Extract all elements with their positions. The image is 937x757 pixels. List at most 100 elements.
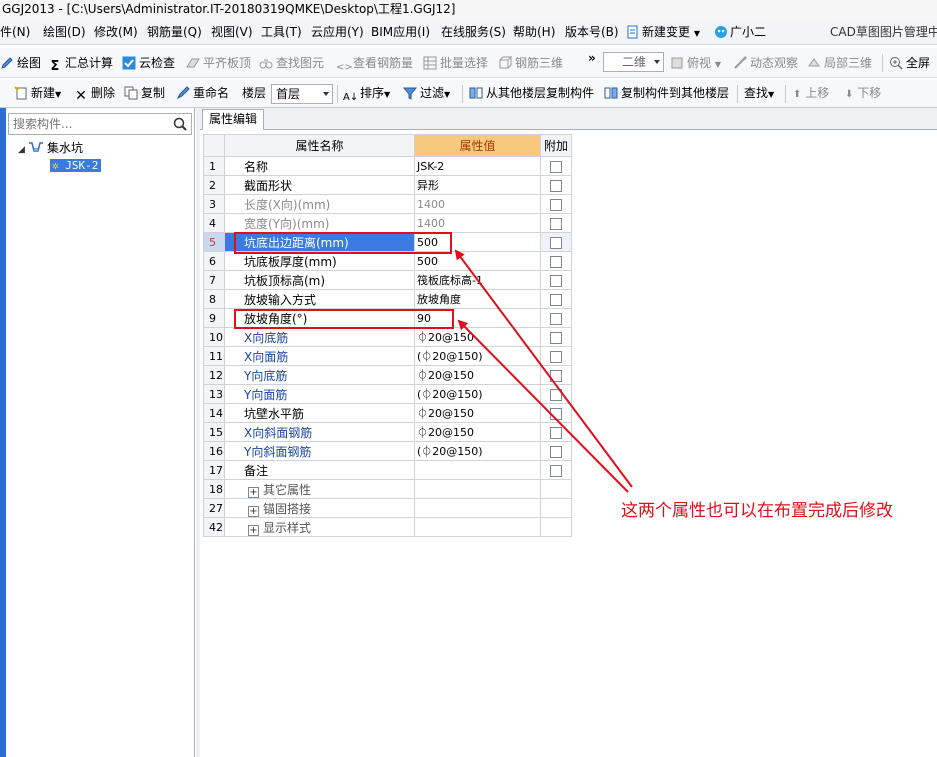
tab-property-edit[interactable]: 属性编辑 xyxy=(202,109,265,130)
property-name-cell[interactable]: + 其它属性 xyxy=(224,479,415,499)
property-row[interactable]: 15 X向斜面钢筋 ⏀20@150 xyxy=(203,422,572,442)
copy-from-other-floor-button[interactable]: 从其他楼层复制构件 xyxy=(469,85,594,101)
property-value-cell[interactable]: 1400 xyxy=(414,213,541,233)
floor-select[interactable]: 首层 xyxy=(271,84,333,104)
extra-checkbox[interactable] xyxy=(550,293,562,306)
property-name-cell[interactable]: 长度(X向)(mm) xyxy=(224,194,415,214)
expand-plus-icon[interactable]: + xyxy=(248,486,259,498)
property-row[interactable]: 7 坑板顶标高(m) 筏板底标高-1 xyxy=(203,270,572,290)
property-row[interactable]: 27 + 锚固搭接 xyxy=(203,498,572,518)
property-row[interactable]: 6 坑底板厚度(mm) 500 xyxy=(203,251,572,271)
extra-checkbox[interactable] xyxy=(550,255,562,268)
copy-button[interactable]: 复制 xyxy=(124,85,165,101)
property-name-cell[interactable]: 坑底板厚度(mm) xyxy=(224,251,415,271)
extra-checkbox[interactable] xyxy=(550,236,562,249)
property-value-cell[interactable]: ⏀20@150 xyxy=(414,365,541,385)
sort-button[interactable]: A↓ 排序▼ xyxy=(343,85,390,105)
new-change-menu[interactable]: 新建变更 ▼ xyxy=(626,24,700,42)
extra-checkbox[interactable] xyxy=(550,388,562,401)
assistant-menu[interactable]: 广小二 xyxy=(714,24,766,40)
rebar-3d-button[interactable]: 钢筋三维 xyxy=(498,55,563,71)
property-name-cell[interactable]: 坑壁水平筋 xyxy=(224,403,415,423)
expand-plus-icon[interactable]: + xyxy=(248,505,259,517)
copy-to-other-floor-button[interactable]: 复制构件到其他楼层 xyxy=(604,85,729,101)
property-row[interactable]: 42 + 显示样式 xyxy=(203,517,572,537)
property-value-cell[interactable]: ⏀20@150 xyxy=(414,327,541,347)
property-row[interactable]: 11 X向面筋 (⏀20@150) xyxy=(203,346,572,366)
extra-checkbox[interactable] xyxy=(550,198,562,211)
property-row[interactable]: 1 名称 JSK-2 xyxy=(203,156,572,176)
property-name-cell[interactable]: X向底筋 xyxy=(224,327,415,347)
extra-checkbox[interactable] xyxy=(550,407,562,420)
extra-checkbox[interactable] xyxy=(550,445,562,458)
property-row[interactable]: 17 备注 xyxy=(203,460,572,480)
menu-item-view[interactable]: 视图(V) xyxy=(211,24,253,40)
local-3d-button[interactable]: 局部三维 xyxy=(807,55,872,71)
tree-node-jsk-2[interactable]: ✲ JSK-2 xyxy=(50,157,102,174)
fullscreen-button[interactable]: 全屏 xyxy=(889,55,930,71)
property-value-cell[interactable]: 异形 xyxy=(414,175,541,195)
column-header-name[interactable]: 属性名称 xyxy=(224,134,415,157)
extra-checkbox[interactable] xyxy=(550,331,562,344)
property-name-cell[interactable]: + 显示样式 xyxy=(224,517,415,537)
property-name-cell[interactable]: 截面形状 xyxy=(224,175,415,195)
property-name-cell[interactable]: 宽度(Y向)(mm) xyxy=(224,213,415,233)
top-view-button[interactable]: 俯视 ▼ xyxy=(670,55,721,73)
search-icon[interactable] xyxy=(173,117,187,131)
property-value-cell[interactable] xyxy=(414,479,541,499)
extra-checkbox[interactable] xyxy=(550,464,562,477)
extra-checkbox[interactable] xyxy=(550,350,562,363)
dynamic-view-button[interactable]: 动态观察 xyxy=(733,55,798,71)
property-value-cell[interactable]: 筏板底标高-1 xyxy=(414,270,541,290)
extra-checkbox[interactable] xyxy=(550,160,562,173)
property-name-cell[interactable]: Y向底筋 xyxy=(224,365,415,385)
menu-item-tools[interactable]: 工具(T) xyxy=(261,24,302,40)
extra-checkbox[interactable] xyxy=(550,426,562,439)
property-value-cell[interactable]: JSK-2 xyxy=(414,156,541,176)
property-value-cell[interactable]: (⏀20@150) xyxy=(414,384,541,404)
expand-plus-icon[interactable]: + xyxy=(248,524,259,536)
extra-checkbox[interactable] xyxy=(550,312,562,325)
extra-checkbox[interactable] xyxy=(550,217,562,230)
property-name-cell[interactable]: + 锚固搭接 xyxy=(224,498,415,518)
cloud-check-button[interactable]: 云检查 xyxy=(122,55,175,71)
property-row[interactable]: 18 + 其它属性 xyxy=(203,479,572,499)
property-row[interactable]: 16 Y向斜面钢筋 (⏀20@150) xyxy=(203,441,572,461)
menu-item-modify[interactable]: 修改(M) xyxy=(94,24,138,40)
property-value-cell[interactable] xyxy=(414,460,541,480)
find-element-button[interactable]: 查找图元 xyxy=(259,55,324,71)
property-name-cell[interactable]: X向斜面钢筋 xyxy=(224,422,415,442)
column-header-value[interactable]: 属性值 xyxy=(414,134,541,157)
property-name-cell[interactable]: 备注 xyxy=(224,460,415,480)
filter-button[interactable]: 过滤▼ xyxy=(403,85,450,103)
property-row[interactable]: 14 坑壁水平筋 ⏀20@150 xyxy=(203,403,572,423)
property-row[interactable]: 4 宽度(Y向)(mm) 1400 xyxy=(203,213,572,233)
property-name-cell[interactable]: 放坡输入方式 xyxy=(224,289,415,309)
extra-checkbox[interactable] xyxy=(550,369,562,382)
property-row[interactable]: 10 X向底筋 ⏀20@150 xyxy=(203,327,572,347)
property-row[interactable]: 2 截面形状 异形 xyxy=(203,175,572,195)
delete-button[interactable]: ✕ 删除 xyxy=(74,85,115,103)
menu-item-version[interactable]: 版本号(B) xyxy=(565,24,619,40)
property-row[interactable]: 13 Y向面筋 (⏀20@150) xyxy=(203,384,572,404)
property-value-cell[interactable]: 500 xyxy=(414,251,541,271)
property-value-cell[interactable] xyxy=(414,517,541,537)
extra-checkbox[interactable] xyxy=(550,179,562,192)
property-name-cell[interactable]: X向面筋 xyxy=(224,346,415,366)
property-row[interactable]: 3 长度(X向)(mm) 1400 xyxy=(203,194,572,214)
sum-calc-button[interactable]: Σ 汇总计算 xyxy=(48,55,113,74)
panel-splitter[interactable] xyxy=(196,108,200,757)
overflow-chevron-icon[interactable]: » xyxy=(588,50,596,66)
view-rebar-button[interactable]: <>查看钢筋量 xyxy=(336,55,413,75)
property-value-cell[interactable]: ⏀20@150 xyxy=(414,403,541,423)
move-up-button[interactable]: ⬆ 上移 xyxy=(793,85,829,103)
property-value-cell[interactable]: 放坡角度 xyxy=(414,289,541,309)
property-value-cell[interactable]: (⏀20@150) xyxy=(414,441,541,461)
move-down-button[interactable]: ⬇ 下移 xyxy=(845,85,881,103)
component-search-input[interactable] xyxy=(9,114,159,134)
view-mode-select[interactable]: 二维 xyxy=(603,52,664,72)
property-row[interactable]: 8 放坡输入方式 放坡角度 xyxy=(203,289,572,309)
menu-item-help[interactable]: 帮助(H) xyxy=(513,24,555,40)
menu-item-cloud[interactable]: 云应用(Y) xyxy=(311,24,364,40)
rename-button[interactable]: 重命名 xyxy=(176,85,229,101)
